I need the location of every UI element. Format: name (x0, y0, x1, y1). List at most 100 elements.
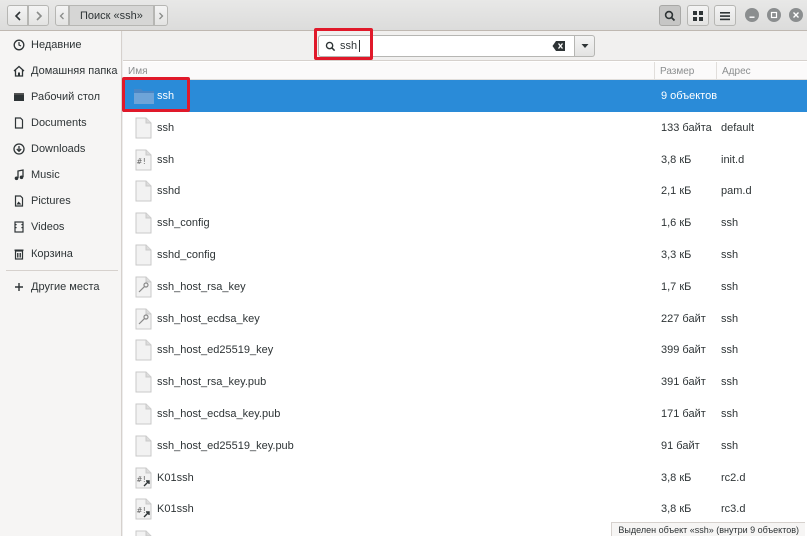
file-name: K01ssh (157, 525, 194, 536)
file-row[interactable]: sshd_config 3,3 кБ ssh (123, 239, 807, 271)
close-button[interactable] (789, 8, 803, 22)
file-row[interactable]: ssh_host_rsa_key.pub 391 байт ssh (123, 366, 807, 398)
file-location: ssh (721, 344, 739, 357)
clear-search-button[interactable] (552, 40, 566, 52)
file-location: default (721, 121, 755, 134)
search-icon (664, 10, 676, 21)
file-row[interactable]: ssh_host_rsa_key 1,7 кБ ssh (123, 271, 807, 303)
sidebar-item-label: Pictures (31, 195, 71, 207)
text-file-icon (135, 371, 152, 393)
sidebar-item-label: Другие места (31, 281, 100, 293)
file-location: ssh (721, 408, 739, 420)
file-row[interactable]: ssh 133 байта default (123, 112, 807, 144)
column-header: Имя Размер Адрес (123, 62, 807, 80)
file-name: ssh_host_ecdsa_key (157, 312, 260, 325)
close-icon (793, 12, 799, 18)
clock-icon (12, 38, 26, 52)
backspace-clear-icon (552, 41, 565, 51)
script-file-icon: #! (135, 498, 152, 520)
text-file-icon (135, 339, 152, 361)
file-size: 1,6 кБ (661, 217, 692, 230)
sidebar-item-home[interactable]: Домашняя папка (0, 60, 122, 82)
key-file-icon (135, 276, 152, 298)
sidebar-item-desktop[interactable]: Рабочий стол (0, 86, 122, 108)
chevron-down-icon (581, 44, 588, 48)
menu-button[interactable] (714, 5, 736, 26)
file-size: 227 байт (661, 312, 706, 325)
path-scroll-left-button[interactable] (55, 5, 69, 26)
sidebar-item-pictures[interactable]: Pictures (0, 190, 122, 212)
search-highlight-box (314, 28, 373, 60)
chevron-left-icon (14, 10, 21, 21)
file-name: sshd (157, 185, 181, 198)
column-location[interactable]: Адрес (717, 62, 807, 80)
video-icon (12, 220, 26, 234)
script-file-icon: #! (135, 467, 152, 489)
sidebar-item-other-places[interactable]: Другие места (0, 276, 122, 298)
chevron-right-icon (35, 10, 42, 21)
file-manager-window: Поиск «ssh» Недавние Домашняя папка Рабо… (0, 0, 807, 536)
file-row[interactable]: ssh_config 1,6 кБ ssh (123, 207, 807, 239)
search-toggle-button[interactable] (659, 5, 681, 26)
file-size: 3,8 кБ (661, 471, 692, 484)
file-size: 9 объектов (661, 90, 718, 102)
file-name: K01ssh (157, 471, 194, 484)
file-size: 133 байта (661, 121, 712, 134)
sidebar-item-music[interactable]: Music (0, 164, 122, 186)
selection-highlight-box (122, 77, 190, 112)
key-file-icon (135, 308, 152, 330)
file-name: ssh_host_ed25519_key (157, 344, 274, 357)
sidebar-item-recent[interactable]: Недавние (0, 34, 122, 56)
text-file-icon (135, 117, 152, 139)
sidebar-item-documents[interactable]: Documents (0, 112, 122, 134)
svg-text:#!: #! (137, 506, 147, 515)
sidebar-separator (6, 270, 118, 271)
sidebar-item-downloads[interactable]: Downloads (0, 138, 122, 160)
search-options-dropdown[interactable] (575, 35, 595, 57)
search-bar: ssh (123, 31, 807, 61)
file-size: 3,3 кБ (661, 249, 692, 261)
breadcrumb-search[interactable]: Поиск «ssh» (69, 5, 154, 26)
file-size: 171 байт (661, 408, 706, 420)
chevron-right-icon (158, 12, 164, 19)
sidebar-item-label: Недавние (31, 39, 82, 51)
file-row[interactable]: ssh_host_ed25519_key 399 байт ssh (123, 334, 807, 366)
sidebar-item-trash[interactable]: Корзина (0, 243, 122, 265)
text-file-icon (135, 244, 152, 266)
file-row[interactable]: #! K01ssh 3,8 кБ rc2.d (123, 462, 807, 494)
file-location: pam.d (721, 185, 752, 198)
home-icon (12, 64, 26, 78)
svg-text:#!: #! (137, 157, 147, 166)
file-row[interactable]: ssh_host_ed25519_key.pub 91 байт ssh (123, 430, 807, 462)
svg-text:#!: #! (137, 475, 147, 484)
forward-button[interactable] (28, 5, 49, 26)
file-row[interactable]: sshd 2,1 кБ pam.d (123, 175, 807, 207)
file-location: ssh (721, 217, 739, 230)
file-location: ssh (721, 376, 739, 389)
file-location: ssh (721, 312, 739, 325)
sidebar-item-videos[interactable]: Videos (0, 216, 122, 238)
sidebar-item-label: Корзина (31, 248, 73, 260)
file-name: ssh (157, 153, 175, 166)
file-row[interactable]: #! K01ssh 3,8 кБ rc3.d (123, 493, 807, 525)
minimize-button[interactable] (745, 8, 759, 22)
grid-view-button[interactable] (687, 5, 709, 26)
back-button[interactable] (7, 5, 28, 26)
path-scroll-right-button[interactable] (153, 5, 168, 26)
file-size: 1,7 кБ (661, 280, 692, 293)
plus-icon (12, 280, 26, 294)
file-row[interactable]: ssh_host_ecdsa_key 227 байт ssh (123, 303, 807, 335)
maximize-button[interactable] (767, 8, 781, 22)
document-icon (12, 116, 26, 130)
file-name: ssh_host_rsa_key.pub (157, 376, 267, 389)
column-name[interactable]: Имя (123, 62, 655, 80)
file-row[interactable]: #! ssh 3,8 кБ init.d (123, 144, 807, 176)
file-row[interactable]: ssh 9 объектов (123, 80, 807, 112)
sidebar: Недавние Домашняя папка Рабочий стол Doc… (0, 31, 122, 536)
file-row[interactable]: ssh_host_ecdsa_key.pub 171 байт ssh (123, 398, 807, 430)
music-icon (12, 168, 26, 182)
column-size[interactable]: Размер (655, 62, 717, 80)
file-name: sshd_config (157, 249, 216, 261)
text-file-icon (135, 403, 152, 425)
file-name: ssh_host_ed25519_key.pub (157, 439, 294, 452)
